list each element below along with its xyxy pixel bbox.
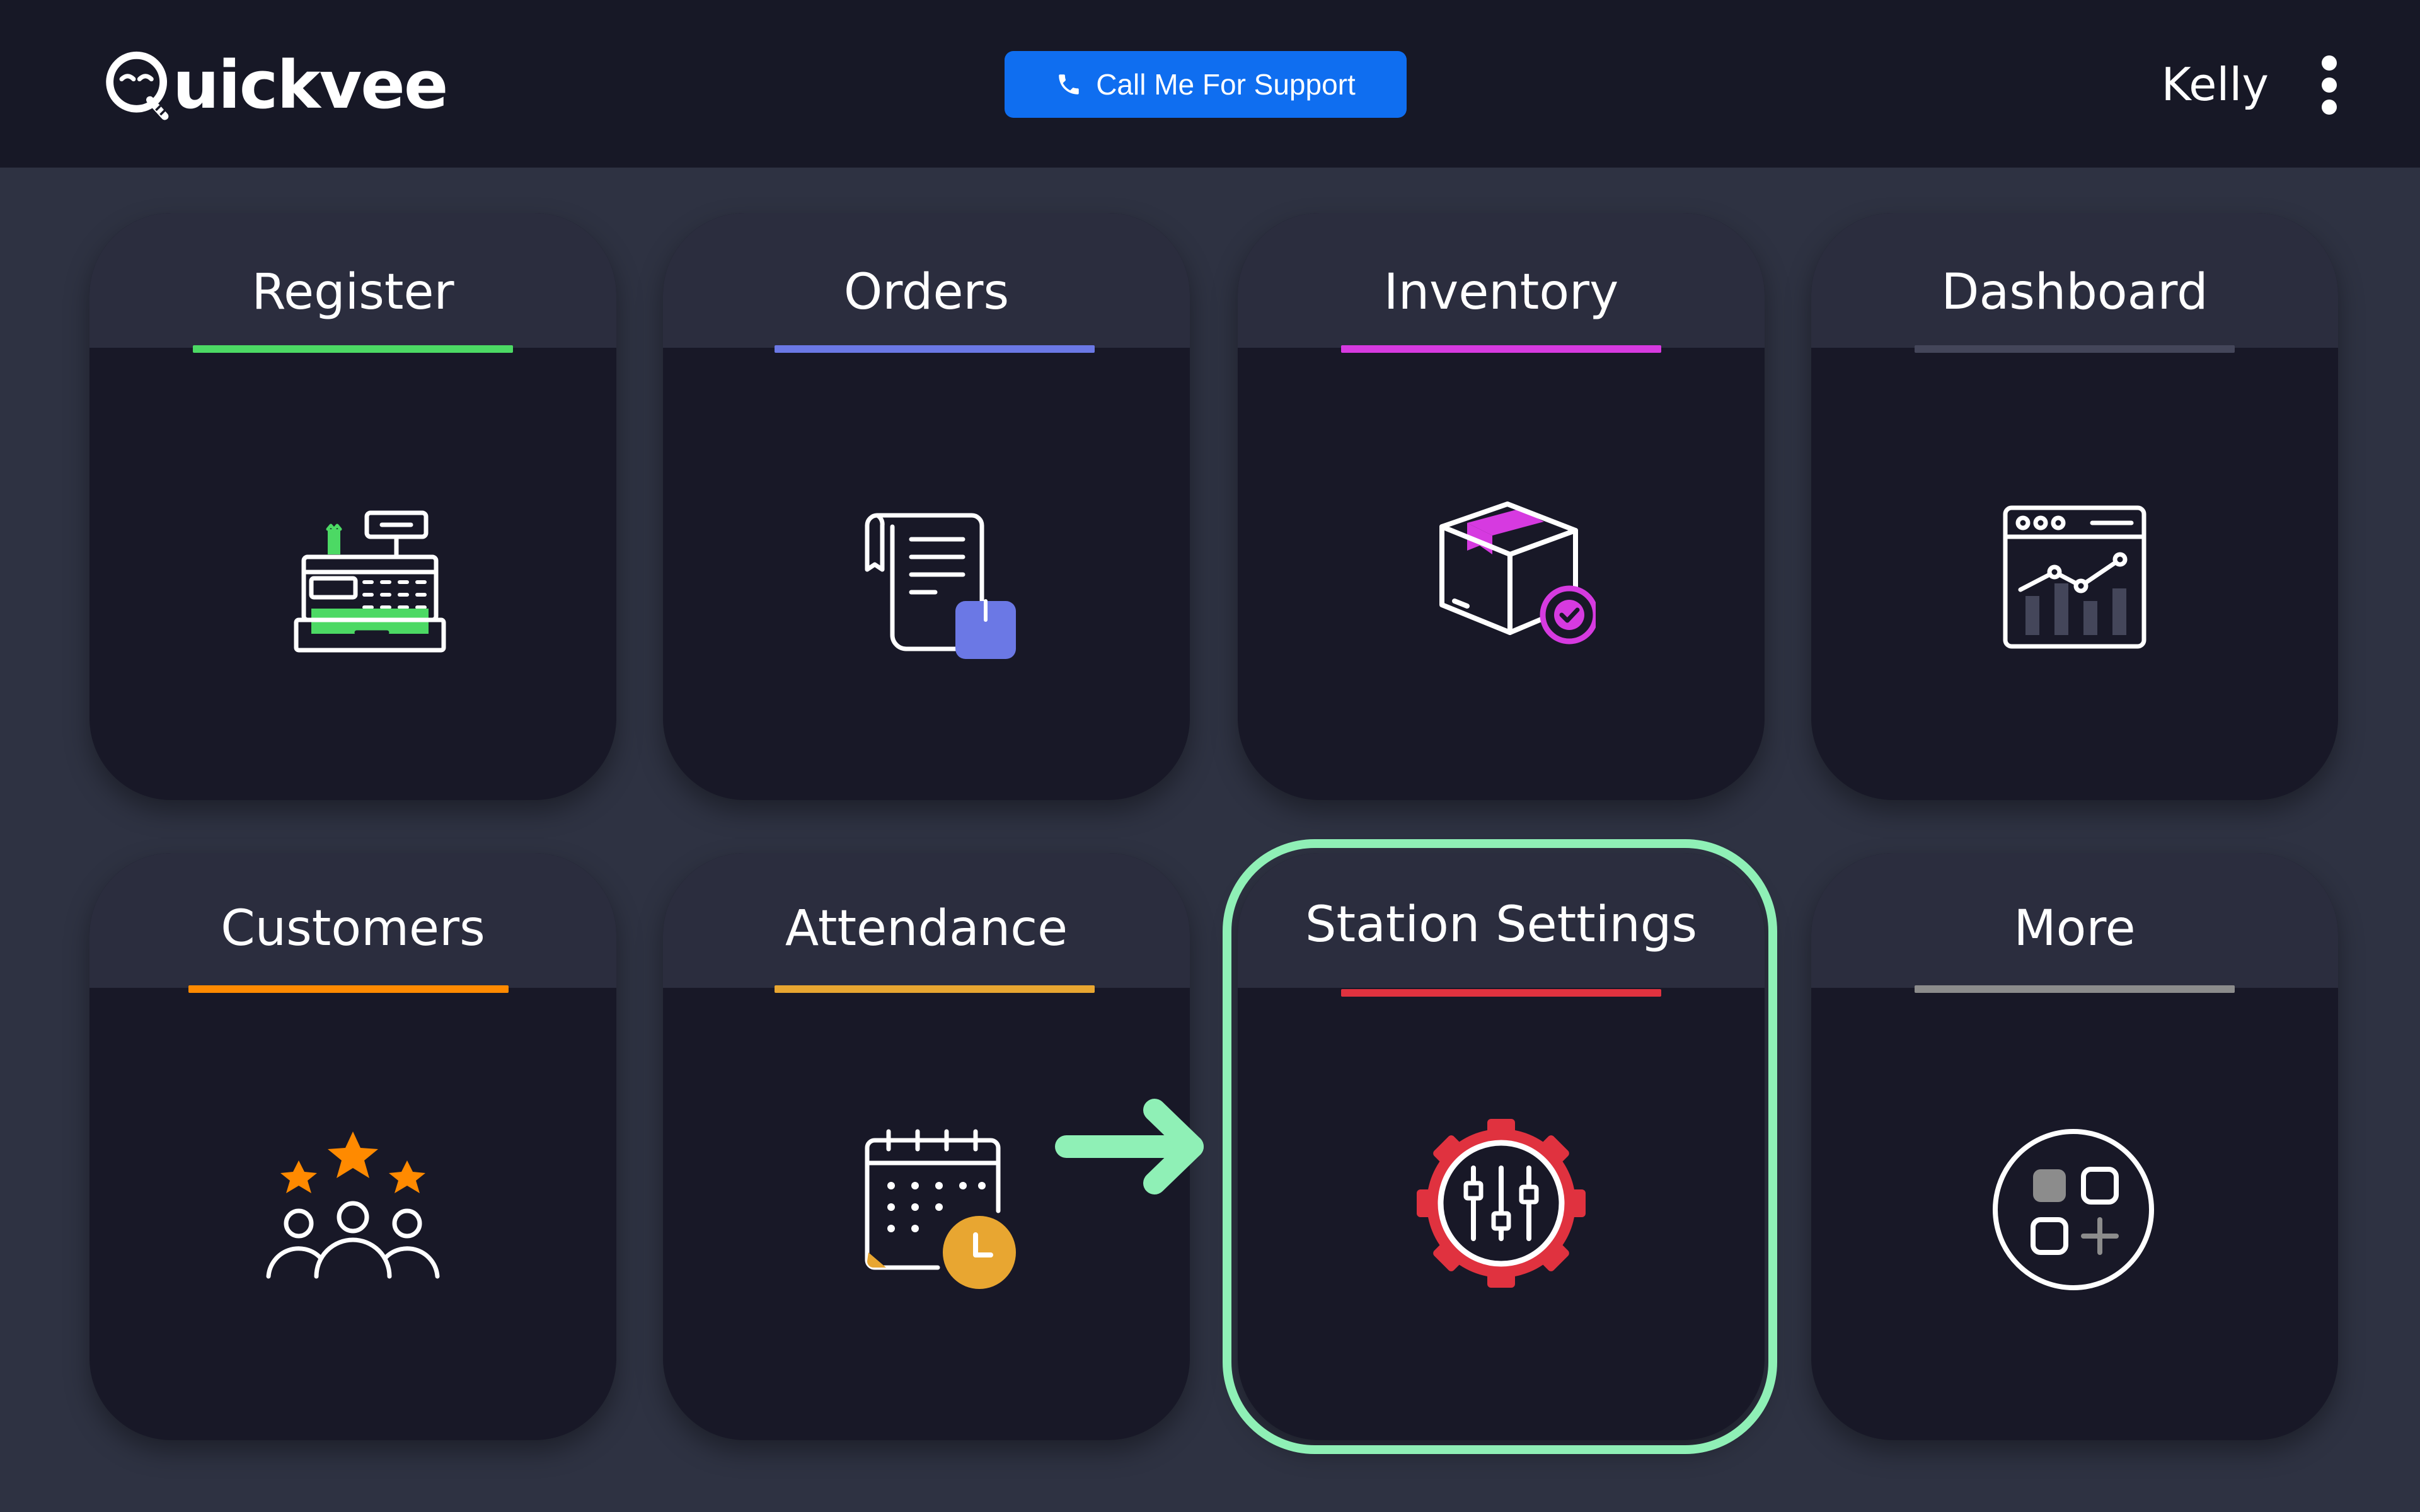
tile-accent-bar <box>1915 345 2235 353</box>
call-support-button[interactable]: Call Me For Support <box>1005 51 1407 118</box>
tile-label: Orders <box>843 264 1010 321</box>
tile-orders[interactable]: Orders <box>663 213 1190 800</box>
user-name[interactable]: Kelly <box>2105 54 2269 115</box>
tile-label: Station Settings <box>1305 896 1698 953</box>
more-options-icon[interactable] <box>2310 52 2348 118</box>
tile-accent-bar <box>1341 989 1661 997</box>
tile-accent-bar <box>1341 345 1661 353</box>
tile-label: Dashboard <box>1941 264 2208 321</box>
tile-station-settings[interactable]: Station Settings <box>1238 853 1765 1440</box>
cash-register-icon <box>258 478 447 667</box>
tile-accent-bar <box>193 345 513 353</box>
arrow-right-icon <box>1055 1099 1204 1194</box>
tile-accent-bar <box>775 985 1095 993</box>
tile-dashboard[interactable]: Dashboard <box>1811 213 2338 800</box>
tile-more[interactable]: More <box>1811 853 2338 1440</box>
tile-accent-bar <box>188 985 509 993</box>
tile-label: Customers <box>221 900 485 957</box>
tile-label: More <box>2014 900 2136 957</box>
tile-inventory[interactable]: Inventory <box>1238 213 1765 800</box>
more-apps-icon <box>1980 1111 2169 1300</box>
tile-label: Register <box>251 264 454 321</box>
receipt-icon <box>832 478 1021 667</box>
top-bar: uickvee Call Me For Support Kelly <box>0 0 2420 168</box>
tile-label: Attendance <box>785 900 1068 957</box>
analytics-chart-icon <box>1980 478 2169 667</box>
tile-label: Inventory <box>1383 264 1619 321</box>
tile-accent-bar <box>775 345 1095 353</box>
tile-accent-bar <box>1915 985 2235 993</box>
customers-stars-icon <box>258 1111 447 1300</box>
tile-register[interactable]: Register <box>89 213 616 800</box>
package-box-icon <box>1407 478 1596 667</box>
quickvee-logo[interactable]: uickvee <box>101 38 448 132</box>
logo-text: uickvee <box>173 47 448 123</box>
phone-icon <box>1059 74 1079 94</box>
settings-gear-icon <box>1407 1109 1596 1298</box>
logo-q-icon <box>106 51 169 120</box>
calendar-clock-icon <box>832 1111 1021 1300</box>
tile-customers[interactable]: Customers <box>89 853 616 1440</box>
call-support-label: Call Me For Support <box>1096 68 1356 101</box>
